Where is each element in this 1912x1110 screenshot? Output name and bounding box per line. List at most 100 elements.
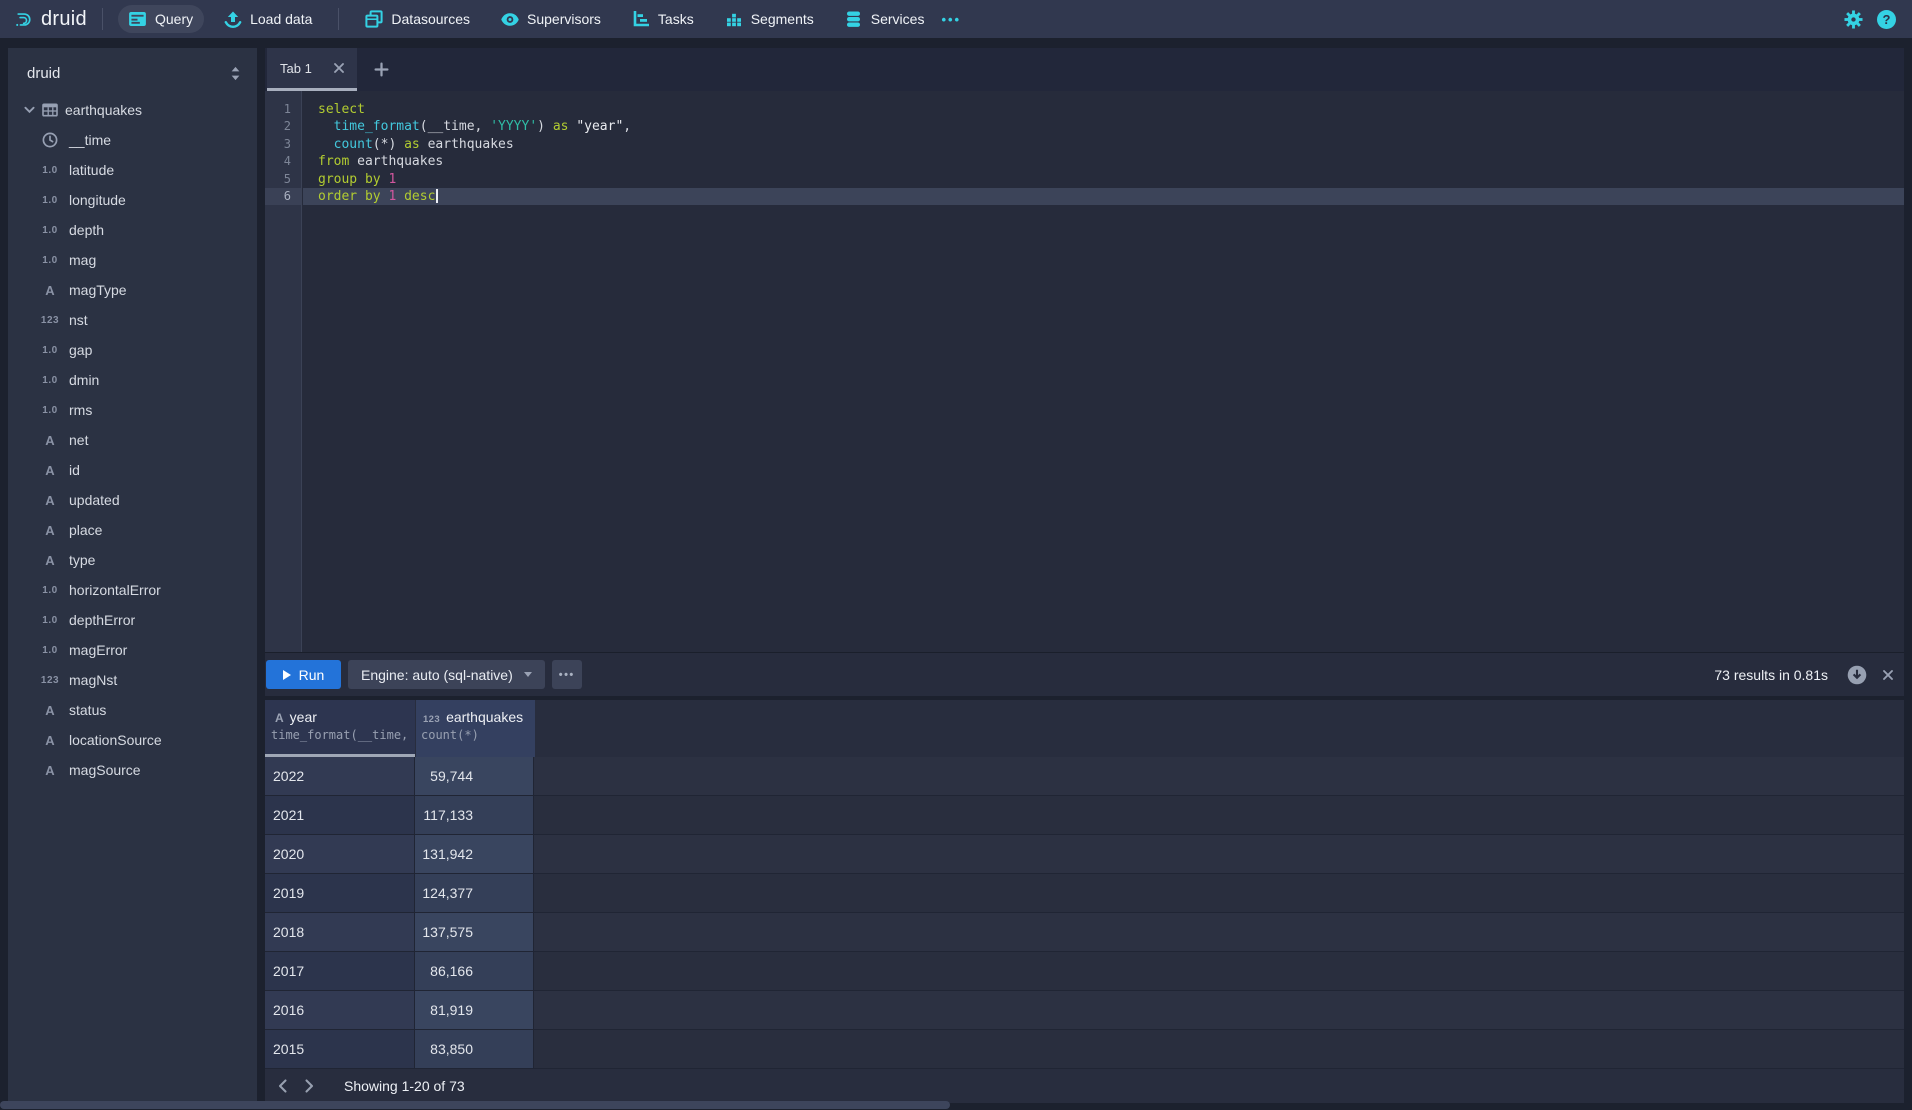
nav-item-datasources[interactable]: Datasources (354, 5, 481, 33)
tab-close-icon[interactable] (330, 59, 348, 77)
field-label: depth (69, 222, 104, 238)
code-token: (*) (373, 137, 404, 152)
nav-item-query[interactable]: Query (118, 5, 204, 33)
help-icon[interactable]: ? (1877, 10, 1896, 29)
sidebar-field-nst[interactable]: 123nst (8, 305, 257, 335)
code-token (318, 137, 334, 152)
sidebar-field-locationsource[interactable]: AlocationSource (8, 725, 257, 755)
nav-item-services[interactable]: Services (834, 5, 936, 33)
chevron-down-icon (23, 101, 35, 119)
code-token: earthquakes (420, 137, 514, 152)
cell-earthquakes[interactable]: 131,942 (415, 835, 534, 873)
field-label: place (69, 522, 102, 538)
nav-more-button[interactable]: ••• (935, 12, 967, 27)
cell-filler (534, 874, 1904, 912)
line-number: 2 (265, 118, 301, 135)
cell-filler (534, 952, 1904, 990)
table-row: 201681,919 (265, 991, 1904, 1030)
add-tab-button[interactable] (370, 58, 393, 81)
column-header-year[interactable]: Ayeartime_format(__time, … (265, 700, 415, 757)
results-table: Ayeartime_format(__time, …123earthquakes… (265, 700, 1904, 1103)
close-results-icon[interactable] (1880, 667, 1896, 683)
schema-sidebar: druid earthquakes __time1.0latitude1.0lo… (8, 48, 257, 1103)
tab-tab1[interactable]: Tab 1 (267, 48, 357, 91)
cell-year[interactable]: 2020 (265, 835, 415, 873)
cell-earthquakes[interactable]: 124,377 (415, 874, 534, 912)
engine-select[interactable]: Engine: auto (sql-native) (348, 660, 545, 689)
sidebar-field-gap[interactable]: 1.0gap (8, 335, 257, 365)
druid-console: druid Query Load data Datasources Superviso… (0, 0, 1912, 1110)
sidebar-field-magtype[interactable]: AmagType (8, 275, 257, 305)
string-type-icon: A (38, 703, 62, 718)
cell-earthquakes[interactable]: 86,166 (415, 952, 534, 990)
sidebar-field-net[interactable]: Anet (8, 425, 257, 455)
sidebar-field-place[interactable]: Aplace (8, 515, 257, 545)
cell-year[interactable]: 2021 (265, 796, 415, 834)
string-type-icon: A (38, 553, 62, 568)
field-label: depthError (69, 612, 135, 628)
line-number: 4 (265, 153, 301, 170)
sidebar-field-latitude[interactable]: 1.0latitude (8, 155, 257, 185)
druid-logo-text: druid (41, 8, 87, 31)
sidebar-field-magnst[interactable]: 123magNst (8, 665, 257, 695)
sidebar-field-longitude[interactable]: 1.0longitude (8, 185, 257, 215)
druid-logo[interactable]: druid (14, 8, 87, 31)
code-line: select (303, 101, 1904, 118)
cell-filler (534, 835, 1904, 873)
cell-year[interactable]: 2018 (265, 913, 415, 951)
nav-item-load-data[interactable]: Load data (213, 5, 323, 33)
run-bar: Run Engine: auto (sql-native) ••• 73 res… (265, 652, 1904, 696)
sidebar-field-rms[interactable]: 1.0rms (8, 395, 257, 425)
column-expression: count(*) (421, 728, 535, 742)
column-type-icon: A (275, 711, 284, 725)
sidebar-field-deptherror[interactable]: 1.0depthError (8, 605, 257, 635)
cell-year[interactable]: 2017 (265, 952, 415, 990)
prev-page-button[interactable] (274, 1075, 291, 1097)
cell-year[interactable]: 2016 (265, 991, 415, 1029)
sidebar-field-magsource[interactable]: AmagSource (8, 755, 257, 785)
field-label: status (69, 702, 106, 718)
nav-item-segments[interactable]: Segments (714, 5, 825, 33)
sql-editor[interactable]: 123456 select time_format(__time, 'YYYY'… (265, 91, 1904, 652)
nav-item-tasks[interactable]: Tasks (621, 5, 705, 33)
cell-earthquakes[interactable]: 83,850 (415, 1030, 534, 1068)
string-type-icon: A (38, 523, 62, 538)
editor-gutter: 123456 (265, 91, 302, 652)
download-icon[interactable] (1847, 665, 1867, 685)
cell-earthquakes[interactable]: 137,575 (415, 913, 534, 951)
sidebar-field-status[interactable]: Astatus (8, 695, 257, 725)
sidebar-field-mag[interactable]: 1.0mag (8, 245, 257, 275)
cell-earthquakes[interactable]: 81,919 (415, 991, 534, 1029)
cell-earthquakes[interactable]: 117,133 (415, 796, 534, 834)
sort-icon[interactable] (228, 64, 243, 83)
horizontal-scrollbar[interactable] (0, 1101, 950, 1109)
float-type-icon: 1.0 (38, 345, 62, 356)
field-list: __time1.0latitude1.0longitude1.0depth1.0… (8, 125, 257, 785)
cell-filler (534, 757, 1904, 795)
sidebar-field-updated[interactable]: Aupdated (8, 485, 257, 515)
sidebar-field-magerror[interactable]: 1.0magError (8, 635, 257, 665)
sidebar-field-type[interactable]: Atype (8, 545, 257, 575)
cell-earthquakes[interactable]: 59,744 (415, 757, 534, 795)
gear-icon[interactable] (1844, 10, 1863, 29)
code-line: order by 1 desc (303, 188, 1904, 205)
long-type-icon: 123 (38, 675, 62, 686)
code-token (318, 119, 334, 134)
line-number: 3 (265, 136, 301, 153)
cell-filler (534, 991, 1904, 1029)
sidebar-field-id[interactable]: Aid (8, 455, 257, 485)
run-button[interactable]: Run (266, 660, 341, 689)
sidebar-field-horizontalerror[interactable]: 1.0horizontalError (8, 575, 257, 605)
sidebar-item-earthquakes[interactable]: earthquakes (8, 95, 257, 125)
cell-year[interactable]: 2015 (265, 1030, 415, 1068)
nav-item-label: Query (155, 11, 193, 27)
sidebar-field-depth[interactable]: 1.0depth (8, 215, 257, 245)
cell-year[interactable]: 2019 (265, 874, 415, 912)
sidebar-field--time[interactable]: __time (8, 125, 257, 155)
query-more-button[interactable]: ••• (552, 660, 582, 689)
column-header-earthquakes[interactable]: 123earthquakescount(*) (416, 700, 535, 757)
cell-year[interactable]: 2022 (265, 757, 415, 795)
next-page-button[interactable] (301, 1075, 318, 1097)
sidebar-field-dmin[interactable]: 1.0dmin (8, 365, 257, 395)
nav-item-supervisors[interactable]: Supervisors (490, 5, 612, 33)
